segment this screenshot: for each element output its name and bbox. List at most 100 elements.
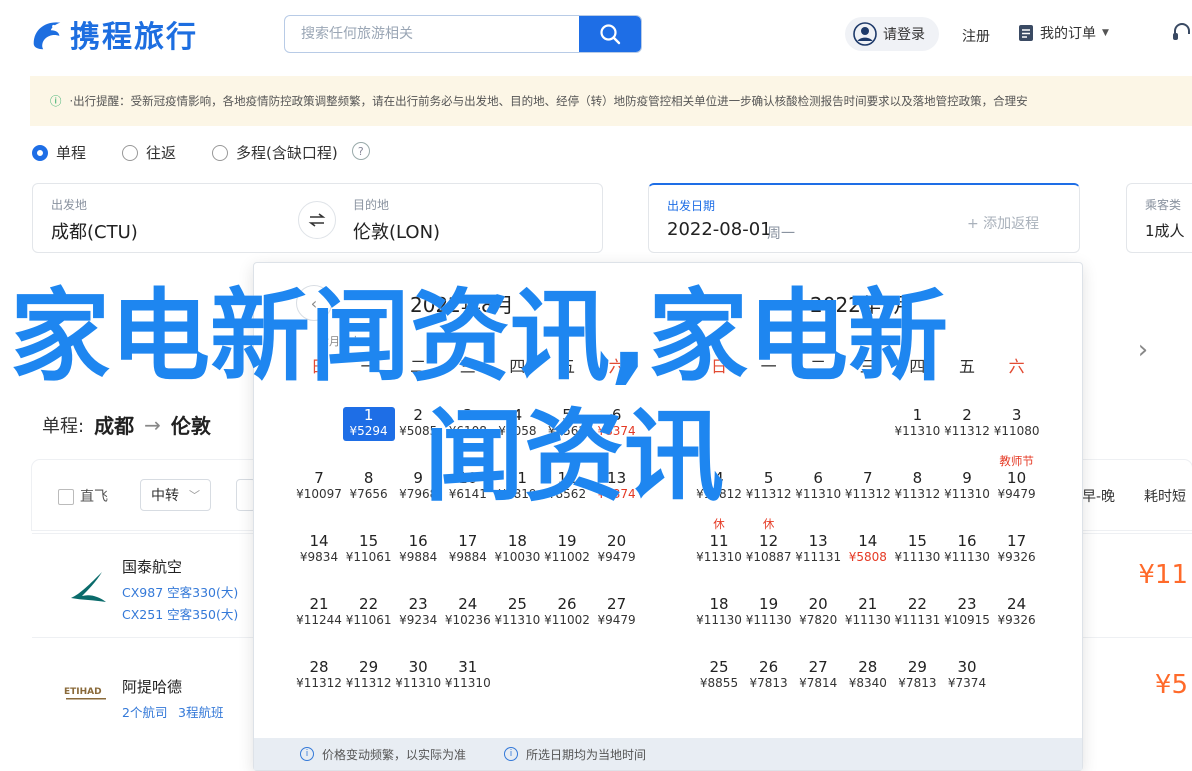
day-number: 8 (912, 469, 923, 487)
swap-arrows-icon (308, 213, 326, 227)
logo-text: 携程旅行 (70, 20, 198, 55)
calendar-day[interactable]: 25 ¥11310 (491, 596, 543, 628)
calendar-day[interactable]: 1 ¥5294 (342, 407, 395, 441)
calendar-day[interactable]: 27 ¥9479 (591, 596, 643, 628)
calendar-day[interactable]: 24 ¥9326 (991, 596, 1043, 628)
headset-icon[interactable] (1172, 22, 1192, 48)
calendar-day[interactable]: 22 ¥11061 (343, 596, 395, 628)
calendar-day[interactable]: 19 ¥11130 (743, 596, 795, 628)
search-button[interactable] (579, 16, 641, 52)
flight-segment[interactable]: 2个航司 (122, 702, 167, 721)
calendar-day[interactable]: 6 ¥11310 (792, 470, 844, 502)
day-number: 5 (763, 469, 774, 487)
search-input[interactable] (285, 16, 579, 52)
trip-type-label: 往返 (146, 144, 177, 162)
day-price: ¥7374 (947, 676, 987, 690)
transfer-filter[interactable]: 中转 ﹀ (140, 479, 211, 511)
calendar-day[interactable]: 24 ¥10236 (442, 596, 494, 628)
calendar-day[interactable]: 20 ¥7820 (792, 596, 844, 628)
radio-icon (122, 144, 139, 161)
day-price: ¥11130 (894, 550, 941, 564)
day-price: ¥9884 (399, 550, 438, 564)
calendar-day[interactable]: 1 ¥11310 (891, 407, 943, 439)
calendar-day[interactable]: 30 ¥7374 (941, 659, 993, 691)
day-price: ¥11310 (944, 487, 990, 501)
calendar-day[interactable]: 26 ¥7813 (743, 659, 795, 691)
calendar-day[interactable]: 29 ¥11312 (343, 659, 395, 691)
flight-segment[interactable]: CX987 空客330(大) (122, 582, 238, 601)
trip-type-oneway[interactable]: 单程 (32, 142, 86, 163)
calendar-day[interactable]: 21 ¥11244 (293, 596, 345, 628)
day-number: 29 (907, 658, 927, 676)
help-icon[interactable]: ? (351, 142, 370, 160)
calendar-day[interactable]: 17 ¥9326 (991, 533, 1043, 565)
calendar-day[interactable]: 25 ¥8855 (693, 659, 745, 691)
calendar-day[interactable]: 16 ¥9884 (392, 533, 444, 565)
calendar-day[interactable]: 18 ¥11130 (693, 596, 745, 628)
calendar-day[interactable]: 2 ¥11312 (941, 407, 993, 439)
departure-field[interactable]: 出发地 成都(CTU) (33, 184, 303, 252)
passenger-field[interactable]: 乘客类 1成人 (1126, 183, 1192, 253)
calendar-day[interactable]: 13 ¥11131 (792, 533, 844, 565)
calendar-day[interactable]: 22 ¥11131 (891, 596, 943, 628)
calendar-day[interactable]: 20 ¥9479 (591, 533, 643, 565)
calendar-day[interactable]: 29 ¥7813 (891, 659, 943, 691)
calendar-day[interactable]: 28 ¥11312 (293, 659, 345, 691)
calendar-day[interactable]: 14 ¥5808 (842, 533, 894, 565)
calendar-day[interactable]: 教师节 10 ¥9479 (991, 454, 1043, 502)
calendar-day[interactable]: 8 ¥11312 (891, 470, 943, 502)
calendar-day[interactable]: 27 ¥7814 (792, 659, 844, 691)
sort-early-late[interactable]: 早-晚 (1082, 486, 1115, 506)
calendar-day[interactable]: 休 12 ¥10887 (743, 517, 795, 565)
calendar-day[interactable]: 15 ¥11130 (891, 533, 943, 565)
route-from: 成都 (94, 414, 135, 438)
day-number: 16 (957, 532, 977, 550)
day-number: 12 (759, 532, 779, 550)
trip-type-multicity[interactable]: 多程(含缺口程) (212, 142, 338, 163)
day-price: ¥10915 (944, 613, 990, 627)
next-month-button[interactable]: › (1126, 333, 1160, 367)
calendar-day[interactable]: 14 ¥9834 (293, 533, 345, 565)
calendar-day[interactable]: 28 ¥8340 (842, 659, 894, 691)
day-price: ¥11310 (494, 613, 541, 627)
calendar-day[interactable]: 8 ¥7656 (343, 470, 395, 502)
calendar-day[interactable]: 18 ¥10030 (491, 533, 543, 565)
calendar-day[interactable]: 7 ¥11312 (842, 470, 894, 502)
calendar-day[interactable]: 21 ¥11130 (842, 596, 894, 628)
chevron-down-icon: ﹀ (189, 489, 200, 502)
calendar-day[interactable]: 17 ¥9884 (442, 533, 494, 565)
calendar-day[interactable]: 30 ¥11310 (392, 659, 444, 691)
calendar-day[interactable]: 26 ¥11002 (541, 596, 593, 628)
logo[interactable]: 携程旅行 (28, 12, 198, 56)
calendar-day[interactable]: 3 ¥11080 (991, 407, 1043, 439)
calendar-day[interactable]: 16 ¥11130 (941, 533, 993, 565)
register-link[interactable]: 注册 (962, 26, 990, 46)
calendar-day[interactable]: 19 ¥11002 (541, 533, 593, 565)
day-price: ¥11080 (993, 424, 1040, 438)
departure-date-field[interactable]: 出发日期 2022-08-01 周一 + 添加返程 (648, 183, 1080, 253)
calendar-day[interactable]: 9 ¥11310 (941, 470, 993, 502)
calendar-day[interactable]: 7 ¥10097 (293, 470, 345, 502)
calendar-day[interactable]: 休 11 ¥11310 (693, 517, 745, 565)
login-button[interactable]: 请登录 (845, 17, 939, 51)
calendar-day[interactable]: 15 ¥11061 (343, 533, 395, 565)
calendar-day[interactable]: 23 ¥10915 (941, 596, 993, 628)
calendar-day[interactable]: 31 ¥11310 (442, 659, 494, 691)
route-to: 伦敦 (170, 414, 211, 438)
swap-cities-button[interactable] (298, 201, 336, 239)
add-return-button[interactable]: + 添加返程 (967, 213, 1039, 233)
timezone-note: i 所选日期均为当地时间 (504, 746, 646, 763)
calendar-day[interactable]: 5 ¥11312 (743, 470, 795, 502)
trip-type-roundtrip[interactable]: 往返 (122, 142, 176, 163)
day-price: ¥9479 (597, 613, 636, 627)
flight-segment[interactable]: 3程航班 (178, 702, 223, 721)
day-price: ¥11310 (696, 550, 742, 564)
calendar-day[interactable]: 23 ¥9234 (392, 596, 444, 628)
direct-only-checkbox[interactable]: 直飞 (58, 486, 108, 506)
sort-duration[interactable]: 耗时短 (1144, 486, 1186, 506)
day-number: 10 (1007, 469, 1027, 487)
flight-segment[interactable]: CX251 空客350(大) (122, 604, 238, 623)
day-number: 11 (709, 532, 729, 550)
my-orders-menu[interactable]: 我的订单 ▼ (1018, 23, 1109, 43)
destination-field[interactable]: 目的地 伦敦(LON) (335, 184, 603, 252)
